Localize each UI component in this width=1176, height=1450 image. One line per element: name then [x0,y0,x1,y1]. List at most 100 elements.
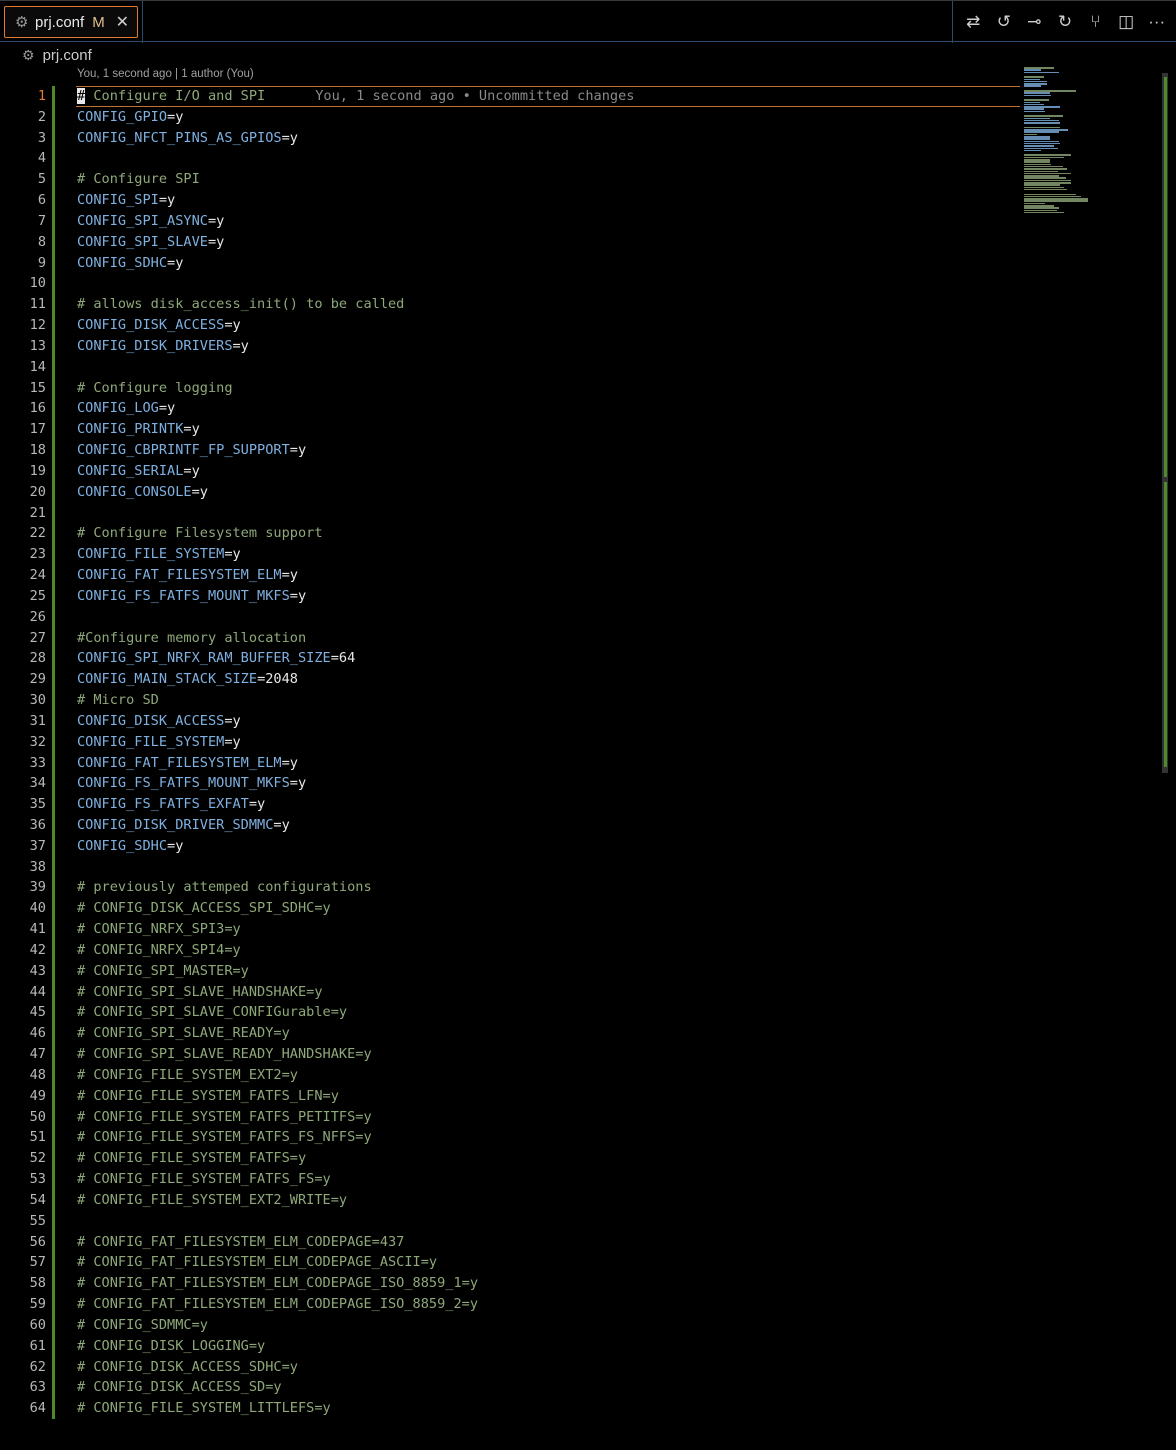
more-actions-button[interactable]: ··· [1145,12,1169,32]
code-line[interactable]: 20 CONFIG_CONSOLE=y [0,481,1020,503]
code-line[interactable]: 35 CONFIG_FS_FATFS_EXFAT=y [0,794,1020,815]
gutter-added-marker[interactable] [52,1356,55,1378]
gutter-added-marker[interactable] [52,794,55,815]
code-line[interactable]: 24 CONFIG_FAT_FILESYSTEM_ELM=y [0,565,1020,586]
code-line[interactable]: 36 CONFIG_DISK_DRIVER_SDMMC=y [0,814,1020,836]
code-line[interactable]: 38 [0,856,1020,878]
blame-codelens[interactable]: You, 1 second ago | 1 author (You) [77,68,254,80]
gutter-added-marker[interactable] [52,398,55,420]
gutter-added-marker[interactable] [52,335,55,357]
code-line[interactable]: 57 # CONFIG_FAT_FILESYSTEM_ELM_CODEPAGE_A… [0,1252,1020,1274]
gutter-added-marker[interactable] [52,752,55,774]
inline-blame[interactable]: You, 1 second ago • Uncommitted changes [315,88,634,104]
code-line[interactable]: 61 # CONFIG_DISK_LOGGING=y [0,1335,1020,1357]
code-line[interactable]: 62 # CONFIG_DISK_ACCESS_SDHC=y [0,1356,1020,1378]
gutter-added-marker[interactable] [52,1148,55,1170]
gutter-added-marker[interactable] [52,481,55,503]
gutter-added-marker[interactable] [52,565,55,586]
gutter-added-marker[interactable] [52,773,55,795]
gutter-added-marker[interactable] [52,419,55,441]
code-line[interactable]: 56 # CONFIG_FAT_FILESYSTEM_ELM_CODEPAGE=4… [0,1231,1020,1253]
code-editor[interactable]: You, 1 second ago | 1 author (You) 1 # Co… [0,67,1176,1450]
code-line[interactable]: 45 # CONFIG_SPI_SLAVE_CONFIGurable=y [0,1002,1020,1024]
code-line[interactable]: 19 CONFIG_SERIAL=y [0,460,1020,482]
gutter-added-marker[interactable] [52,210,55,232]
gutter-added-marker[interactable] [52,1023,55,1045]
gutter-added-marker[interactable] [52,1106,55,1128]
gutter-added-marker[interactable] [52,523,55,545]
code-line[interactable]: 50 # CONFIG_FILE_SYSTEM_FATFS_PETITFS=y [0,1106,1020,1128]
code-line[interactable]: 47 # CONFIG_SPI_SLAVE_READY_HANDSHAKE=y [0,1044,1020,1065]
gutter-added-marker[interactable] [52,1210,55,1232]
code-line[interactable]: 23 CONFIG_FILE_SYSTEM=y [0,544,1020,566]
code-line[interactable]: 55 [0,1210,1020,1232]
gutter-added-marker[interactable] [52,148,55,170]
code-line[interactable]: 42 # CONFIG_NRFX_SPI4=y [0,939,1020,961]
gutter-added-marker[interactable] [52,585,55,607]
gutter-added-marker[interactable] [52,1335,55,1357]
gutter-added-marker[interactable] [52,710,55,732]
code-line[interactable]: 59 # CONFIG_FAT_FILESYSTEM_ELM_CODEPAGE_I… [0,1294,1020,1315]
gutter-added-marker[interactable] [52,606,55,628]
gutter-added-marker[interactable] [52,356,55,378]
code-line[interactable]: 49 # CONFIG_FILE_SYSTEM_FATFS_LFN=y [0,1085,1020,1107]
code-line[interactable]: 17 CONFIG_PRINTK=y [0,419,1020,441]
gutter-added-marker[interactable] [52,627,55,649]
code-line[interactable]: 5 # Configure SPI [0,169,1020,191]
code-line[interactable]: 41 # CONFIG_NRFX_SPI3=y [0,919,1020,940]
gutter-added-marker[interactable] [52,648,55,670]
code-line[interactable]: 43 # CONFIG_SPI_MASTER=y [0,960,1020,982]
gutter-added-marker[interactable] [52,1064,55,1086]
code-line[interactable]: 51 # CONFIG_FILE_SYSTEM_FATFS_FS_NFFS=y [0,1127,1020,1149]
code-lines[interactable]: 1 # Configure I/O and SPI You, 1 second ag… [0,86,1020,1419]
gutter-added-marker[interactable] [52,315,55,336]
gutter-added-marker[interactable] [52,1231,55,1253]
gutter-added-marker[interactable] [52,877,55,899]
code-line[interactable]: 37 CONFIG_SDHC=y [0,835,1020,857]
code-line[interactable]: 4 [0,148,1020,170]
next-change-button[interactable]: ↻ [1053,12,1077,32]
code-line[interactable]: 30 # Micro SD [0,690,1020,711]
gutter-added-marker[interactable] [52,1085,55,1107]
code-line[interactable]: 53 # CONFIG_FILE_SYSTEM_FATFS_FS=y [0,1169,1020,1190]
code-line[interactable]: 27 #Configure memory allocation [0,627,1020,649]
git-graph-button[interactable]: ⑂ [1084,12,1108,32]
code-line[interactable]: 26 [0,606,1020,628]
code-line[interactable]: 8 CONFIG_SPI_SLAVE=y [0,231,1020,253]
gutter-added-marker[interactable] [52,1189,55,1211]
gutter-added-marker[interactable] [52,669,55,691]
gutter-added-marker[interactable] [52,919,55,940]
gutter-added-marker[interactable] [52,1314,55,1336]
code-line[interactable]: 1 # Configure I/O and SPI You, 1 second ag… [0,86,1020,107]
gutter-added-marker[interactable] [52,1398,55,1419]
gutter-added-marker[interactable] [52,898,55,920]
gutter-added-marker[interactable] [52,460,55,482]
gutter-added-marker[interactable] [52,440,55,461]
editor-tab-prj-conf[interactable]: ⚙ prj.conf M ✕ [4,6,138,38]
code-line[interactable]: 31 CONFIG_DISK_ACCESS=y [0,710,1020,732]
code-line[interactable]: 48 # CONFIG_FILE_SYSTEM_EXT2=y [0,1064,1020,1086]
code-line[interactable]: 64 # CONFIG_FILE_SYSTEM_LITTLEFS=y [0,1398,1020,1419]
gutter-added-marker[interactable] [52,1252,55,1274]
code-line[interactable]: 39 # previously attemped configurations [0,877,1020,899]
code-line[interactable]: 2 CONFIG_GPIO=y [0,106,1020,128]
code-line[interactable]: 21 [0,502,1020,524]
code-line[interactable]: 29 CONFIG_MAIN_STACK_SIZE=2048 [0,669,1020,691]
gutter-added-marker[interactable] [52,86,55,107]
code-line[interactable]: 63 # CONFIG_DISK_ACCESS_SD=y [0,1377,1020,1399]
gutter-added-marker[interactable] [52,231,55,253]
code-line[interactable]: 34 CONFIG_FS_FATFS_MOUNT_MKFS=y [0,773,1020,795]
code-line[interactable]: 33 CONFIG_FAT_FILESYSTEM_ELM=y [0,752,1020,774]
code-line[interactable]: 3 CONFIG_NFCT_PINS_AS_GPIOS=y [0,127,1020,149]
code-line[interactable]: 13 CONFIG_DISK_DRIVERS=y [0,335,1020,357]
code-line[interactable]: 58 # CONFIG_FAT_FILESYSTEM_ELM_CODEPAGE_I… [0,1273,1020,1295]
code-line[interactable]: 12 CONFIG_DISK_ACCESS=y [0,315,1020,336]
gutter-added-marker[interactable] [52,502,55,524]
gutter-added-marker[interactable] [52,273,55,295]
code-line[interactable]: 10 [0,273,1020,295]
gutter-added-marker[interactable] [52,1273,55,1295]
code-line[interactable]: 22 # Configure Filesystem support [0,523,1020,545]
gutter-added-marker[interactable] [52,1294,55,1315]
gutter-added-marker[interactable] [52,1044,55,1065]
code-line[interactable]: 44 # CONFIG_SPI_SLAVE_HANDSHAKE=y [0,981,1020,1003]
